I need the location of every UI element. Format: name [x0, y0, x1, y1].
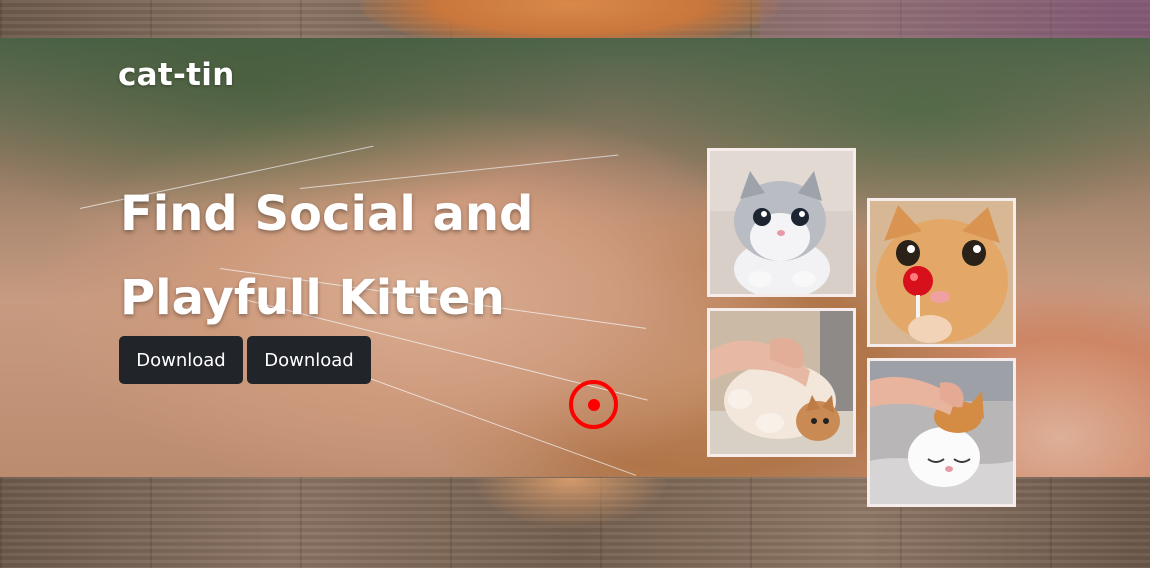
headline-line-2: Playfull Kitten [120, 270, 505, 326]
petted-kitten-image [710, 311, 853, 454]
lollipop-cat-image [870, 201, 1013, 344]
brand-logo-text[interactable]: cat-tin [118, 57, 235, 93]
gallery-photo-petted-kitten[interactable] [707, 308, 856, 457]
click-target-icon [569, 380, 618, 429]
sleepy-kitten-image [870, 361, 1013, 504]
gallery-photo-lollipop-cat[interactable] [867, 198, 1016, 347]
download-button-2[interactable]: Download [247, 336, 371, 384]
background-tint [760, 0, 1150, 40]
gallery-photo-grey-kitten[interactable] [707, 148, 856, 297]
grey-kitten-image [710, 151, 853, 294]
hero-headline: Find Social and Playfull Kitten [120, 172, 620, 340]
headline-line-1: Find Social and [120, 186, 534, 242]
download-button-1[interactable]: Download [119, 336, 243, 384]
gallery-photo-sleepy-kitten[interactable] [867, 358, 1016, 507]
background-cat-blur-bottom [470, 478, 670, 528]
